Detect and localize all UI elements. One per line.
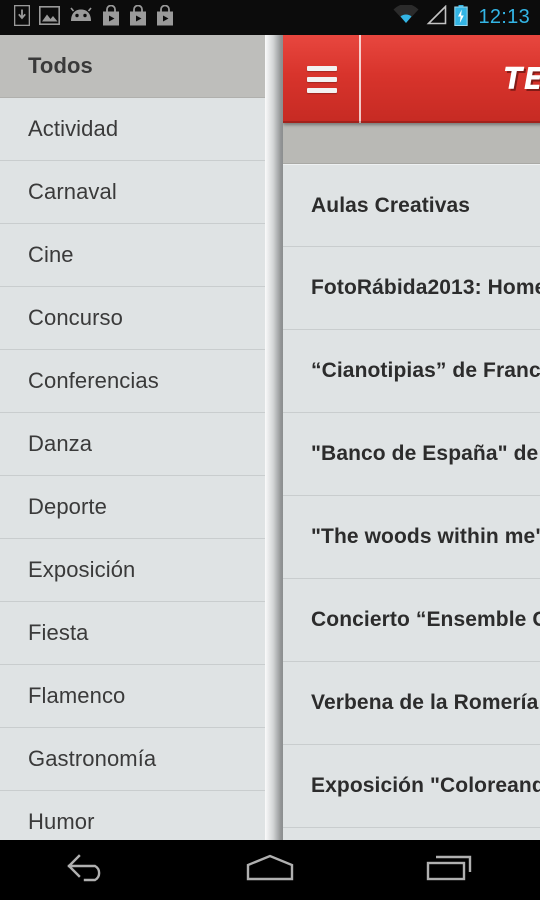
drawer-item-flamenco[interactable]: Flamenco: [0, 665, 265, 728]
list-item[interactable]: Exposición "Coloreando la: [283, 745, 540, 828]
event-title: “Cianotipias” de Francisco: [311, 359, 540, 382]
event-title: "The woods within me" de: [311, 525, 540, 548]
list-item[interactable]: Verbena de la Romería de: [283, 662, 540, 745]
back-arrow-icon: [65, 852, 115, 889]
drawer-item-label: Fiesta: [28, 620, 89, 645]
list-item[interactable]: FotoRábida2013: Homenaje: [283, 247, 540, 330]
drawer-item-label: Concurso: [28, 305, 123, 330]
system-navigation-bar: [0, 840, 540, 900]
drawer-item-label: Exposición: [28, 557, 136, 582]
status-bar-notification-icons: [13, 4, 174, 31]
app-content-area: TERRITORI Aulas Creativas FotoRábida2013…: [0, 35, 540, 840]
drawer-item-label: Cine: [28, 242, 74, 267]
download-icon: [13, 4, 31, 31]
list-item[interactable]: “Cianotipias” de Francisco: [283, 330, 540, 413]
drawer-item-humor[interactable]: Humor: [0, 791, 265, 840]
hamburger-menu-icon: [307, 65, 337, 93]
drawer-item-label: Danza: [28, 431, 93, 456]
drawer-item-deporte[interactable]: Deporte: [0, 476, 265, 539]
action-bar: TERRITORI: [283, 35, 540, 123]
main-content-panel: TERRITORI Aulas Creativas FotoRábida2013…: [283, 35, 540, 840]
action-bar-title-container: TERRITORI: [361, 35, 540, 123]
list-item[interactable]: "Banco de España" de Víctor: [283, 413, 540, 496]
image-icon: [39, 5, 60, 31]
drawer-edge-shadow: [265, 35, 283, 840]
drawer-item-label: Todos: [28, 53, 93, 78]
wifi-icon: [393, 4, 419, 30]
drawer-item-label: Flamenco: [28, 683, 126, 708]
app-title: TERRITORI: [503, 61, 540, 97]
event-title: "Banco de España" de Víctor: [311, 442, 540, 465]
play-store-bag-icon: [129, 4, 147, 31]
drawer-item-carnaval[interactable]: Carnaval: [0, 161, 265, 224]
drawer-item-label: Deporte: [28, 494, 107, 519]
drawer-item-actividad[interactable]: Actividad: [0, 98, 265, 161]
android-screen: 12:13 TERRITORI Aulas Creativas: [0, 0, 540, 900]
event-title: Verbena de la Romería de: [311, 691, 540, 714]
drawer-item-label: Actividad: [28, 116, 119, 141]
list-item[interactable]: Concierto “Ensemble Cordas: [283, 579, 540, 662]
navigation-drawer[interactable]: Todos Actividad Carnaval Cine Concurso C…: [0, 35, 265, 840]
drawer-item-danza[interactable]: Danza: [0, 413, 265, 476]
list-item[interactable]: Aulas Creativas: [283, 164, 540, 247]
drawer-item-fiesta[interactable]: Fiesta: [0, 602, 265, 665]
status-bar: 12:13: [0, 0, 540, 35]
battery-charging-icon: [454, 4, 469, 31]
drawer-item-label: Conferencias: [28, 368, 159, 393]
home-icon: [242, 852, 298, 889]
drawer-item-cine[interactable]: Cine: [0, 224, 265, 287]
status-bar-clock: 12:13: [478, 6, 530, 28]
android-head-icon: [69, 6, 93, 29]
status-bar-system-icons: 12:13: [393, 4, 530, 31]
recents-button[interactable]: [360, 840, 540, 900]
drawer-item-gastronomia[interactable]: Gastronomía: [0, 728, 265, 791]
cell-signal-icon: [426, 4, 447, 30]
drawer-item-conferencias[interactable]: Conferencias: [0, 350, 265, 413]
event-list[interactable]: Aulas Creativas FotoRábida2013: Homenaje…: [283, 164, 540, 828]
drawer-item-label: Carnaval: [28, 179, 117, 204]
event-title: Aulas Creativas: [311, 193, 471, 217]
event-title: Concierto “Ensemble Cordas: [311, 608, 540, 631]
event-title: Exposición "Coloreando la: [311, 774, 540, 797]
play-store-bag-icon: [156, 4, 174, 31]
sub-header-bar: [283, 123, 540, 164]
drawer-item-label: Gastronomía: [28, 746, 157, 771]
recents-icon: [424, 852, 476, 889]
home-button[interactable]: [180, 840, 360, 900]
drawer-item-label: Humor: [28, 809, 95, 834]
back-button[interactable]: [0, 840, 180, 900]
list-item[interactable]: "The woods within me" de: [283, 496, 540, 579]
drawer-item-exposicion[interactable]: Exposición: [0, 539, 265, 602]
drawer-item-todos[interactable]: Todos: [0, 35, 265, 98]
drawer-toggle-button[interactable]: [283, 35, 361, 123]
drawer-item-concurso[interactable]: Concurso: [0, 287, 265, 350]
play-store-bag-icon: [102, 4, 120, 31]
event-title: FotoRábida2013: Homenaje: [311, 276, 540, 299]
